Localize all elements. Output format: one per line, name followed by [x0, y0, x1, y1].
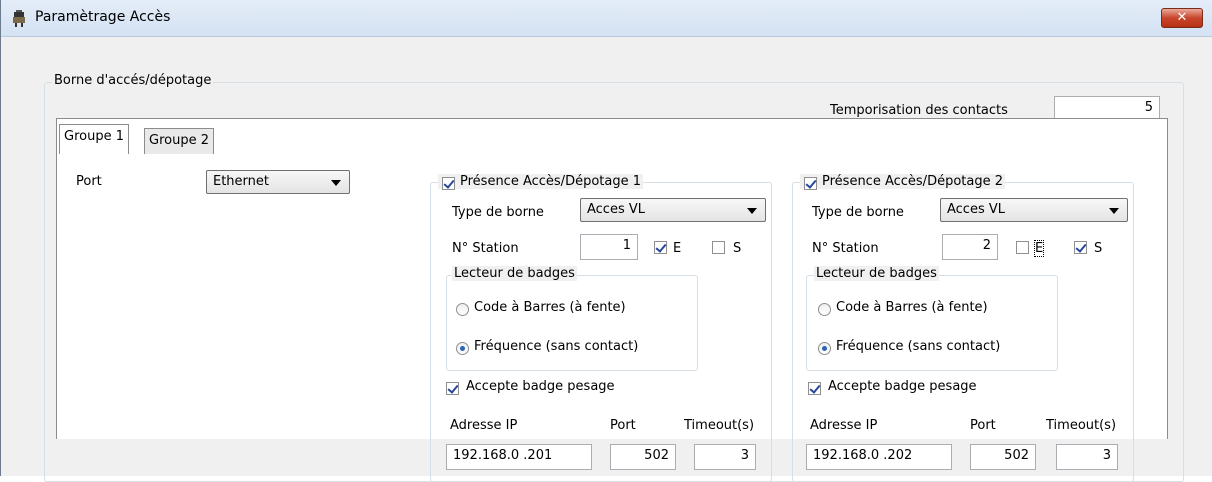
accept-1-checkbox[interactable]: [446, 382, 459, 395]
port-1-input[interactable]: 502: [610, 444, 676, 470]
port-label: Port: [76, 174, 102, 189]
type-borne-1-select[interactable]: Acces VL: [580, 198, 766, 222]
s-2-label: S: [1094, 241, 1103, 256]
e-2-label: E: [1033, 240, 1045, 257]
station-1-label: N° Station: [452, 241, 519, 256]
accept-2-checkbox[interactable]: [808, 382, 821, 395]
type-borne-1-value: Acces VL: [587, 202, 645, 217]
barcode-1-label: Code à Barres (à fente): [474, 300, 626, 315]
s-1-checkbox[interactable]: [712, 241, 725, 254]
barcode-2-label: Code à Barres (à fente): [836, 300, 988, 315]
timeout-2-label: Timeout(s): [1046, 418, 1117, 433]
tab-groupe-1[interactable]: Groupe 1: [59, 124, 129, 154]
presence-1-checkbox[interactable]: [442, 177, 455, 190]
borne-group-legend: Borne d'accés/dépotage: [52, 73, 214, 88]
chevron-down-icon: [747, 208, 757, 214]
chevron-down-icon: [331, 180, 341, 186]
station-1-input[interactable]: 1: [580, 234, 638, 260]
presence-2-legend: Présence Accès/Dépotage 2: [800, 174, 1005, 189]
timeout-2-input[interactable]: 3: [1056, 444, 1118, 470]
port-select-value: Ethernet: [213, 174, 269, 189]
port-1-label: Port: [610, 418, 636, 433]
lecteur-1-legend: Lecteur de badges: [452, 266, 577, 281]
s-2-checkbox[interactable]: [1074, 241, 1087, 254]
port-select[interactable]: Ethernet: [206, 170, 350, 194]
close-icon: ✕: [1176, 10, 1188, 25]
presence-1-legend: Présence Accès/Dépotage 1: [438, 174, 643, 189]
port-2-label: Port: [970, 418, 996, 433]
close-button[interactable]: ✕: [1161, 8, 1203, 28]
accept-1-label: Accepte badge pesage: [466, 379, 615, 394]
timeout-1-input[interactable]: 3: [694, 444, 756, 470]
e-1-checkbox[interactable]: [654, 241, 667, 254]
freq-2-radio[interactable]: [818, 342, 831, 355]
e-2-checkbox[interactable]: [1016, 241, 1029, 254]
window-title: Paramètrage Accès: [35, 9, 171, 25]
freq-1-radio[interactable]: [456, 342, 469, 355]
timeout-1-label: Timeout(s): [684, 418, 755, 433]
app-icon: [13, 10, 25, 27]
presence-2-checkbox[interactable]: [804, 177, 817, 190]
station-2-label: N° Station: [812, 241, 879, 256]
port-2-input[interactable]: 502: [970, 444, 1036, 470]
temporisation-label: Temporisation des contacts: [830, 103, 1008, 118]
freq-2-label: Fréquence (sans contact): [836, 339, 1001, 354]
ip-1-label: Adresse IP: [450, 418, 518, 433]
type-borne-2-value: Acces VL: [947, 202, 1005, 217]
ip-2-label: Adresse IP: [810, 418, 878, 433]
e-1-label: E: [673, 241, 682, 256]
station-2-input[interactable]: 2: [942, 234, 998, 260]
lecteur-2-groupbox: [806, 275, 1058, 371]
tab-groupe-2[interactable]: Groupe 2: [144, 128, 214, 154]
tab-label: Groupe 2: [149, 133, 209, 148]
tab-label: Groupe 1: [64, 129, 124, 144]
type-borne-2-select[interactable]: Acces VL: [940, 198, 1128, 222]
s-1-label: S: [733, 241, 742, 256]
barcode-2-radio[interactable]: [818, 303, 831, 316]
chevron-down-icon: [1109, 208, 1119, 214]
barcode-1-radio[interactable]: [456, 303, 469, 316]
ip-2-input[interactable]: 192.168.0 .202: [806, 444, 952, 470]
type-borne-1-label: Type de borne: [452, 205, 544, 220]
title-bar[interactable]: Paramètrage Accès ✕: [1, 0, 1212, 37]
lecteur-1-groupbox: [446, 275, 698, 371]
type-borne-2-label: Type de borne: [812, 205, 904, 220]
lecteur-2-legend: Lecteur de badges: [814, 266, 939, 281]
ip-1-input[interactable]: 192.168.0 .201: [446, 444, 592, 470]
freq-1-label: Fréquence (sans contact): [474, 339, 639, 354]
accept-2-label: Accepte badge pesage: [828, 379, 977, 394]
